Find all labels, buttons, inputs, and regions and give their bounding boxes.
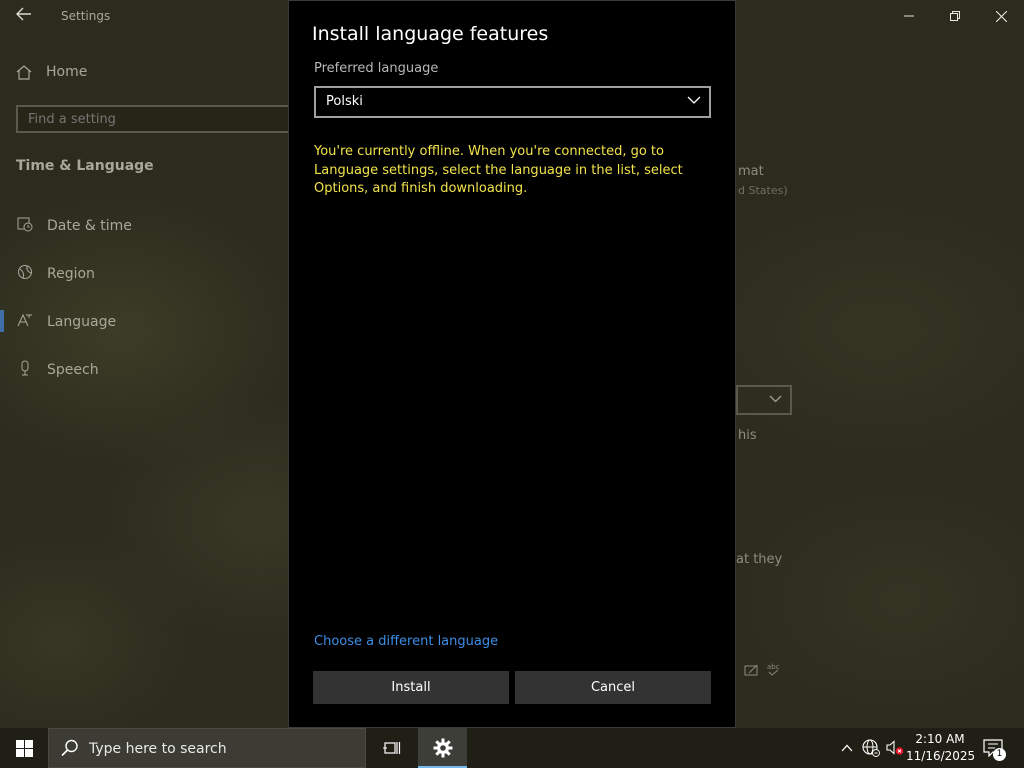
format-text-fragment: mat: [738, 164, 764, 179]
window-title: Settings: [61, 9, 111, 23]
active-indicator: [0, 310, 4, 332]
format-sub-fragment: d States): [738, 184, 788, 197]
sidebar-item-label: Date & time: [47, 218, 132, 234]
back-arrow-icon[interactable]: [14, 7, 34, 25]
language-icon: [16, 312, 33, 332]
find-setting-input[interactable]: [18, 107, 258, 131]
sidebar-item-label: Language: [47, 314, 117, 330]
globe-icon: [16, 264, 33, 284]
install-language-dialog: Install language features Preferred lang…: [288, 0, 736, 728]
calendar-clock-icon: [16, 216, 33, 236]
chevron-down-icon: [769, 392, 782, 406]
spellcheck-icon: abc: [766, 662, 782, 682]
selected-language: Polski: [326, 94, 363, 109]
taskbar-search-text: Type here to search: [89, 741, 227, 757]
this-text-fragment: his: [738, 428, 757, 443]
chevron-down-icon: [687, 92, 701, 111]
task-view-button[interactable]: [370, 728, 414, 768]
close-button[interactable]: [978, 0, 1024, 32]
home-icon: [16, 64, 32, 80]
taskbar-clock[interactable]: 2:10 AM 11/16/2025: [906, 731, 976, 765]
clock-date: 11/16/2025: [906, 749, 976, 763]
gear-icon: [433, 738, 452, 758]
clock-time: 2:10 AM: [915, 732, 965, 746]
they-text-fragment: at they: [736, 552, 783, 567]
sidebar-item-label: Region: [47, 266, 95, 282]
minimize-icon: [904, 15, 914, 17]
notification-count-badge: 1: [993, 748, 1006, 761]
sidebar-item-speech[interactable]: Speech: [16, 360, 99, 380]
cancel-button[interactable]: Cancel: [515, 671, 711, 704]
close-icon: [995, 10, 1007, 22]
start-button[interactable]: [0, 728, 48, 768]
window-controls: [886, 0, 1024, 32]
restore-button[interactable]: [932, 0, 978, 32]
show-hidden-icons[interactable]: [836, 728, 858, 768]
microphone-icon: [16, 360, 33, 380]
install-button[interactable]: Install: [313, 671, 509, 704]
offline-warning: You're currently offline. When you're co…: [314, 144, 683, 196]
taskbar: Type here to search 2:10 AM 11/16/2025 1: [0, 728, 1024, 768]
preferred-language-select[interactable]: Polski: [314, 86, 711, 118]
sidebar-item-date-time[interactable]: Date & time: [16, 216, 132, 236]
sidebar-item-region[interactable]: Region: [16, 264, 95, 284]
search-icon: [61, 739, 79, 761]
network-status[interactable]: [860, 728, 882, 768]
background-dropdown[interactable]: [736, 385, 792, 415]
windows-logo-icon: [15, 739, 33, 757]
speaker-muted-icon: [886, 740, 904, 755]
taskbar-search-box[interactable]: Type here to search: [48, 728, 366, 768]
restore-icon: [950, 11, 960, 21]
taskbar-settings-app[interactable]: [418, 728, 467, 768]
preferred-language-label: Preferred language: [314, 61, 439, 76]
nav-home-label: Home: [46, 64, 88, 80]
dialog-title: Install language features: [312, 23, 549, 45]
sidebar-item-label: Speech: [47, 362, 99, 378]
choose-different-language-link[interactable]: Choose a different language: [314, 634, 498, 649]
volume-muted[interactable]: [884, 728, 906, 768]
nav-home[interactable]: Home: [16, 64, 87, 80]
section-title: Time & Language: [16, 158, 154, 174]
task-view-icon: [383, 742, 401, 754]
find-setting-search[interactable]: [16, 105, 306, 133]
sidebar-item-language[interactable]: Language: [16, 312, 116, 332]
minimize-button[interactable]: [886, 0, 932, 32]
handwriting-icon: [744, 663, 760, 681]
network-globe-icon: [862, 739, 880, 757]
chevron-up-icon: [841, 744, 853, 752]
